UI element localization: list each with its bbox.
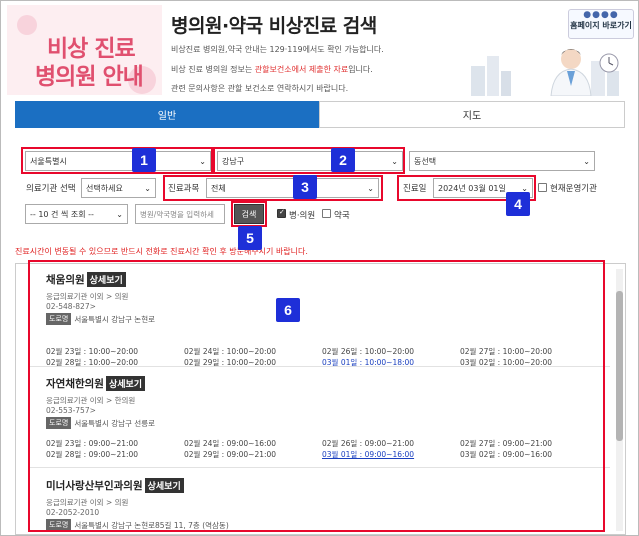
institution-select-value: 선택하세요	[86, 183, 123, 193]
marker-box-2	[213, 147, 405, 174]
banner-title-line2: 병의원 안내	[35, 64, 144, 90]
marker-box-6	[28, 260, 605, 532]
marker-box-1	[21, 147, 213, 174]
institution-label: 의료기관 선택	[26, 184, 76, 194]
marker-box-3	[163, 175, 383, 201]
pharmacy-checkbox[interactable]	[322, 209, 331, 218]
info-line-1: 비상진료 병의원,약국 안내는 129·119에서도 확인 가능합니다.	[171, 45, 384, 54]
view-tabs: 일반 지도	[15, 101, 625, 128]
info-line-3: 관련 문의사항은 관할 보건소로 연락하시기 바랍니다.	[171, 84, 349, 93]
scrollbar-thumb[interactable]	[616, 291, 623, 441]
emergency-banner: 비상 진료 병의원 안내	[7, 5, 162, 95]
institution-select[interactable]: 선택하세요 ⌄	[81, 178, 156, 198]
marker-badge-1: 1	[132, 148, 156, 172]
marker-box-5	[231, 201, 267, 227]
dong-select[interactable]: 동선택 ⌄	[409, 151, 595, 171]
homepage-link-label: 홈페이지 바로가기	[570, 21, 632, 30]
notice-text: 진료시간이 변동될 수 있으므로 반드시 전화로 진료시간 확인 후 방문해주시…	[15, 247, 308, 256]
scrollbar[interactable]	[616, 269, 623, 531]
marker-badge-6: 6	[276, 298, 300, 322]
chevron-down-icon: ⌄	[116, 210, 123, 219]
tab-map[interactable]: 지도	[319, 101, 625, 128]
city-doctor-illustration	[471, 49, 619, 96]
header: 비상 진료 병의원 안내 병의원·약국 비상진료 검색 비상진료 병의원,약국 …	[1, 1, 638, 99]
name-search-placeholder: 병원/약국명을 입력하세	[140, 209, 214, 219]
info-line-2-prefix: 비상 진료 병의원 정보는	[171, 65, 255, 74]
page-size-select[interactable]: -- 10 건 씩 조회 -- ⌄	[25, 204, 128, 224]
logo-icon: ●●●●	[583, 10, 619, 20]
chevron-down-icon: ⌄	[583, 157, 590, 166]
homepage-link-button[interactable]: ●●●● 홈페이지 바로가기	[568, 9, 634, 39]
info-line-2: 비상 진료 병의원 정보는 관할보건소에서 제출한 자료입니다.	[171, 64, 373, 75]
info-line-2-suffix: 입니다.	[348, 65, 373, 74]
hospital-checkbox[interactable]	[277, 208, 286, 218]
page-title: 병의원·약국 비상진료 검색	[171, 15, 377, 37]
open-now-label: 현재운영기관	[550, 184, 597, 194]
info-line-2-highlight: 관할보건소에서 제출한 자료	[254, 65, 349, 74]
marker-badge-4: 4	[506, 192, 530, 216]
open-now-checkbox[interactable]	[538, 183, 547, 192]
name-search-input[interactable]: 병원/약국명을 입력하세	[135, 204, 225, 224]
chevron-down-icon: ⌄	[144, 184, 151, 193]
tab-general[interactable]: 일반	[15, 101, 319, 128]
hospital-label: 병·의원	[289, 211, 316, 221]
dong-select-value: 동선택	[414, 156, 437, 166]
pharmacy-label: 약국	[334, 211, 350, 221]
marker-badge-2: 2	[331, 148, 355, 172]
marker-badge-5: 5	[238, 226, 262, 250]
page-size-select-value: -- 10 건 씩 조회 --	[30, 209, 94, 219]
page-frame: 비상 진료 병의원 안내 병의원·약국 비상진료 검색 비상진료 병의원,약국 …	[0, 0, 639, 536]
marker-badge-3: 3	[293, 175, 317, 199]
